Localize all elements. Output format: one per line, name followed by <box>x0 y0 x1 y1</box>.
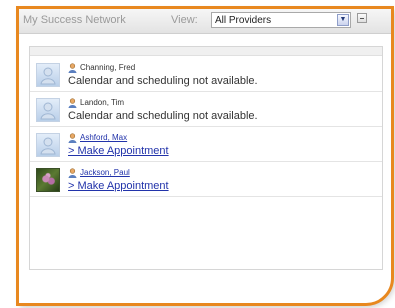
provider-list: Channing, Fred Calendar and scheduling n… <box>29 46 383 270</box>
list-item: Ashford, Max > Make Appointment <box>30 127 382 162</box>
person-icon <box>68 168 77 178</box>
make-appointment-link[interactable]: > Make Appointment <box>68 180 169 192</box>
provider-name-link[interactable]: Jackson, Paul <box>80 168 130 177</box>
provider-status: Calendar and scheduling not available. <box>68 110 258 122</box>
view-label: View: <box>171 14 198 26</box>
provider-name: Landon, Tim <box>80 98 125 107</box>
success-network-widget: My Success Network View: All Providers ▼… <box>16 6 394 306</box>
view-select-value: All Providers <box>215 15 272 26</box>
person-icon <box>68 133 77 143</box>
list-item: Landon, Tim Calendar and scheduling not … <box>30 92 382 127</box>
provider-name-link[interactable]: Ashford, Max <box>80 133 127 142</box>
flower-photo-avatar <box>36 168 60 192</box>
person-icon <box>68 98 77 108</box>
list-item: Channing, Fred Calendar and scheduling n… <box>30 57 382 92</box>
minimize-button[interactable] <box>357 13 367 23</box>
list-item: Jackson, Paul > Make Appointment <box>30 162 382 197</box>
chevron-down-icon[interactable]: ▼ <box>337 14 349 26</box>
list-header <box>30 47 382 56</box>
provider-name: Channing, Fred <box>80 63 136 72</box>
widget-title: My Success Network <box>23 14 126 26</box>
view-select[interactable]: All Providers ▼ <box>211 12 351 28</box>
default-avatar-icon <box>36 133 60 157</box>
minus-icon <box>360 18 364 19</box>
default-avatar-icon <box>36 63 60 87</box>
provider-status: Calendar and scheduling not available. <box>68 75 258 87</box>
widget-header: My Success Network View: All Providers ▼ <box>19 9 391 34</box>
default-avatar-icon <box>36 98 60 122</box>
person-icon <box>68 63 77 73</box>
make-appointment-link[interactable]: > Make Appointment <box>68 145 169 157</box>
